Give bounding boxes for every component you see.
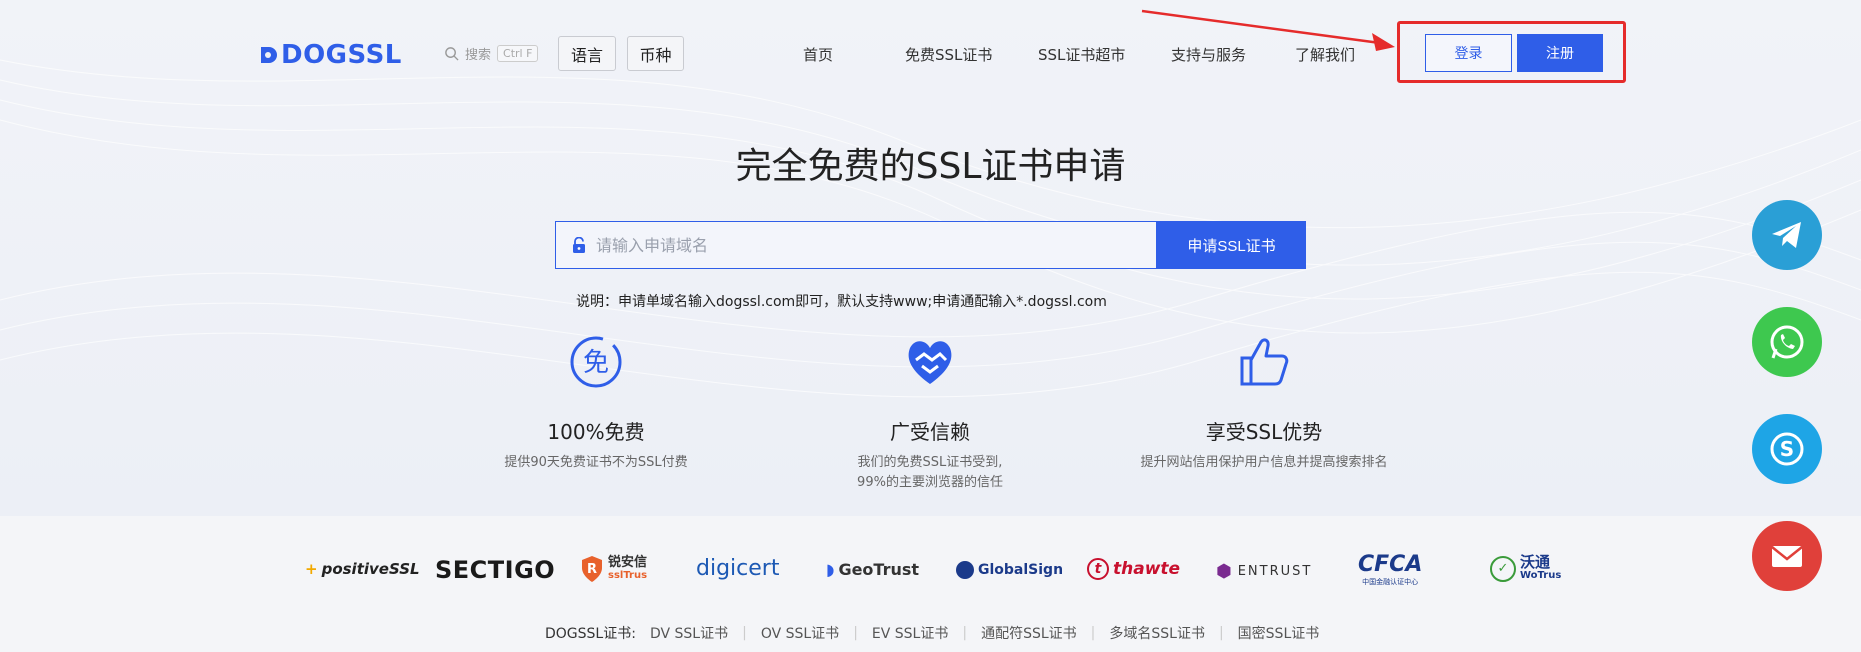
thawte-mark-icon: t — [1087, 558, 1109, 580]
footer-link-dv[interactable]: DV SSL证书 — [650, 623, 728, 643]
brand-name: CFCA — [1358, 552, 1423, 577]
whatsapp-icon — [1770, 325, 1804, 359]
apply-ssl-button[interactable]: 申请SSL证书 — [1157, 221, 1306, 269]
brand-digicert: digicert — [696, 556, 779, 581]
feature-title: 享受SSL优势 — [1205, 420, 1323, 444]
search-trigger[interactable]: 搜索 Ctrl F — [444, 44, 539, 63]
hero-title: 完全免费的SSL证书申请 — [735, 146, 1126, 187]
footer-cert-links: DOGSSL证书: DV SSL证书 | OV SSL证书 | EV SSL证书… — [545, 623, 1319, 643]
currency-button[interactable]: 币种 — [627, 36, 684, 71]
feature-desc: 我们的免费SSL证书受到, 99%的主要浏览器的信任 — [770, 453, 1090, 493]
email-icon — [1771, 546, 1803, 567]
language-button[interactable]: 语言 — [558, 36, 616, 71]
logo-mark-icon — [261, 47, 277, 63]
geotrust-mark-icon: ◗ — [826, 560, 835, 579]
feature-desc-line1: 我们的免费SSL证书受到, — [857, 455, 1003, 470]
search-icon — [445, 47, 459, 61]
handshake-heart-icon — [770, 330, 1090, 394]
brand-name: 锐安信 — [608, 555, 648, 570]
nav-free-ssl[interactable]: 免费SSL证书 — [905, 44, 992, 65]
lock-icon — [573, 237, 585, 253]
divider: | — [742, 625, 747, 641]
divider: | — [962, 625, 968, 641]
feature-title: 广受信赖 — [890, 420, 970, 444]
search-shortcut: Ctrl F — [497, 45, 539, 62]
email-button[interactable] — [1752, 521, 1822, 591]
brand-subname: 中国金融认证中心 — [1362, 578, 1419, 586]
brand-name: digicert — [696, 556, 780, 581]
red-arrow-annotation — [1141, 9, 1395, 51]
feature-desc-line2: 99%的主要浏览器的信任 — [857, 475, 1003, 490]
telegram-button[interactable] — [1752, 200, 1822, 270]
register-button[interactable]: 注册 — [1517, 34, 1603, 72]
ssltrus-shield-icon: R — [582, 556, 602, 582]
divider: | — [1218, 625, 1224, 641]
nav-ssl-market[interactable]: SSL证书超市 — [1038, 44, 1125, 65]
brand-name: thawte — [1113, 559, 1181, 579]
login-button[interactable]: 登录 — [1425, 34, 1512, 72]
divider: | — [1090, 625, 1096, 641]
brand-wotrus: ✓ 沃通 WoTrus — [1490, 555, 1561, 583]
brand-sectigo: SECTIGO — [435, 556, 556, 584]
telegram-icon — [1772, 222, 1801, 248]
brand-geotrust: ◗ GeoTrust — [826, 560, 919, 579]
brand-subname: sslTrus — [608, 570, 648, 581]
free-badge-icon: 免 — [436, 330, 756, 394]
feature-free: 免 100%免费 提供90天免费证书不为SSL付费 — [436, 330, 756, 473]
footer-link-multidomain[interactable]: 多域名SSL证书 — [1109, 623, 1205, 643]
brand-globalsign: GlobalSign — [956, 561, 1063, 579]
feature-desc: 提供90天免费证书不为SSL付费 — [504, 455, 688, 470]
brand-ssltrus: R 锐安信 sslTrus — [580, 554, 647, 584]
search-label: 搜索 — [465, 48, 492, 63]
logo[interactable]: DOGSSL — [259, 40, 402, 70]
entrust-hex-icon: ⬢ — [1216, 561, 1234, 582]
footer-link-sm2[interactable]: 国密SSL证书 — [1238, 623, 1320, 643]
brand-subname: WoTrus — [1520, 570, 1562, 581]
feature-desc: 提升网站信用保护用户信息并提高搜索排名 — [1140, 455, 1388, 470]
wotrus-check-icon: ✓ — [1490, 556, 1516, 582]
footer-link-ov[interactable]: OV SSL证书 — [761, 623, 839, 643]
domain-input[interactable] — [556, 222, 1156, 268]
whatsapp-button[interactable] — [1752, 307, 1822, 377]
thumbs-up-icon — [1104, 330, 1424, 394]
brand-cfca: CFCA 中国金融认证中心 — [1358, 552, 1422, 587]
brand-positivessl: + positiveSSL — [305, 560, 420, 578]
input-hint: 说明：申请单域名输入dogssl.com即可，默认支持www;申请通配输入*.d… — [576, 294, 1107, 310]
svg-text:S: S — [1780, 437, 1794, 461]
brand-entrust: ⬢ ENTRUST — [1216, 561, 1312, 582]
footer-label: DOGSSL证书: — [545, 626, 636, 642]
plus-icon: + — [305, 560, 318, 578]
site-header: DOGSSL 搜索 Ctrl F 语言 币种 首页 免费SSL证书 SSL证书超… — [0, 0, 1861, 105]
footer-link-wildcard[interactable]: 通配符SSL证书 — [981, 623, 1077, 643]
skype-button[interactable]: S — [1752, 414, 1822, 484]
brand-name: ENTRUST — [1237, 564, 1313, 579]
nav-home[interactable]: 首页 — [803, 44, 833, 65]
skype-icon: S — [1770, 432, 1804, 466]
divider: | — [853, 625, 858, 641]
footer-link-ev[interactable]: EV SSL证书 — [872, 623, 948, 643]
brand-name: positiveSSL — [321, 560, 420, 578]
globalsign-globe-icon — [956, 561, 974, 579]
feature-trusted: 广受信赖 我们的免费SSL证书受到, 99%的主要浏览器的信任 — [770, 330, 1090, 493]
brand-thawte: t thawte — [1087, 558, 1180, 580]
brand-name: GeoTrust — [838, 560, 920, 579]
feature-advantage: 享受SSL优势 提升网站信用保护用户信息并提高搜索排名 — [1104, 330, 1424, 473]
domain-input-wrapper — [555, 221, 1157, 269]
logo-text: DOGSSL — [281, 40, 402, 70]
brand-name: 沃通 — [1520, 553, 1551, 571]
svg-text:免: 免 — [583, 348, 609, 378]
svg-text:R: R — [587, 562, 597, 577]
feature-title: 100%免费 — [547, 420, 645, 444]
brand-name: GlobalSign — [978, 562, 1064, 578]
